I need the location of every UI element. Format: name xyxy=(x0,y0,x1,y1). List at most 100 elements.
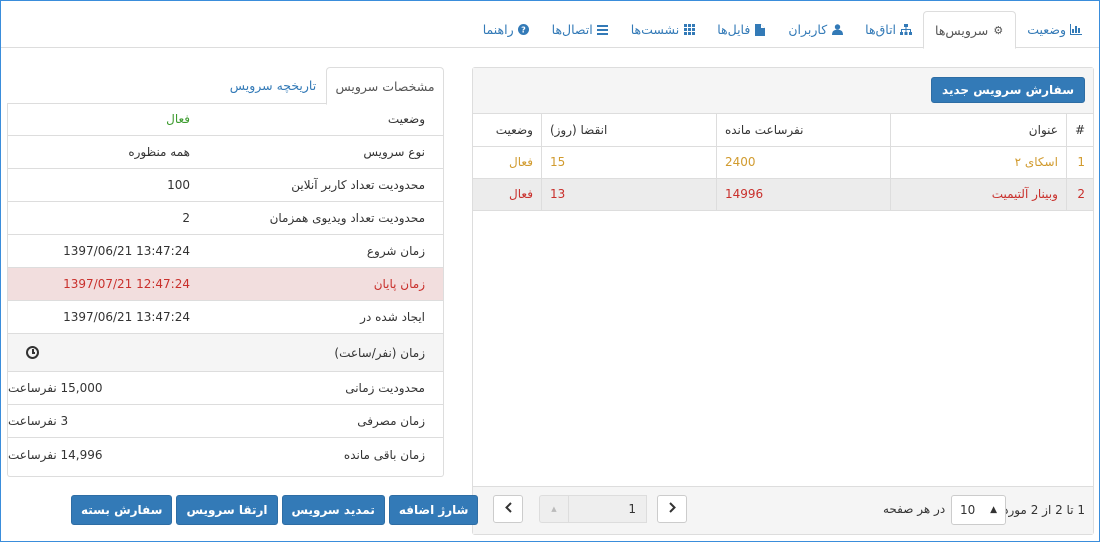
tab-label: اتاق‌ها xyxy=(865,22,897,37)
tab-service-history[interactable]: تاریخچه سرویس xyxy=(220,67,326,104)
tab-connections[interactable]: اتصال‌ها xyxy=(541,11,620,48)
list-icon xyxy=(597,24,609,36)
detail-value: 1397/06/21 13:47:24 xyxy=(63,310,190,324)
row-status: فعال xyxy=(473,145,542,179)
detail-key: زمان مصرفی xyxy=(357,414,425,428)
column-header-status[interactable]: وضعیت xyxy=(473,114,542,147)
page-number-input[interactable]: 1 xyxy=(568,495,647,523)
tab-services[interactable]: ⚙ سرویس‌ها xyxy=(923,11,1017,49)
detail-row-online-users: محدودیت تعداد کاربر آنلاین 100 xyxy=(8,169,443,202)
grid-icon xyxy=(683,24,695,36)
detail-value: همه منظوره xyxy=(128,145,190,159)
row-title: اسکای ۲ xyxy=(889,145,1067,179)
detail-key: زمان شروع xyxy=(366,244,425,258)
file-icon xyxy=(754,23,766,36)
detail-value: 100 xyxy=(167,178,190,192)
row-remaining: 14996 xyxy=(715,177,891,211)
user-icon xyxy=(831,24,843,36)
column-header-expire[interactable]: انقضا (روز) xyxy=(540,114,717,147)
page-up-button[interactable]: ▲ xyxy=(539,495,568,523)
detail-row-start-time: زمان شروع 1397/06/21 13:47:24 xyxy=(8,235,443,268)
row-expire: 13 xyxy=(540,177,717,211)
row-number: 1 xyxy=(1065,145,1093,179)
bar-chart-icon xyxy=(1070,24,1082,36)
page-size-value: 10 xyxy=(960,503,976,517)
detail-key: ایجاد شده در xyxy=(360,310,425,324)
details-tabs: مشخصات سرویس تاریخچه سرویس xyxy=(7,67,444,105)
detail-key: محدودیت زمانی xyxy=(345,381,425,395)
detail-row-time-limit: محدودیت زمانی 15,000 نفرساعت xyxy=(8,372,443,405)
tab-files[interactable]: فایل‌ها xyxy=(706,11,777,48)
detail-value: 3 نفرساعت xyxy=(8,414,69,428)
service-actions: سفارش بسته ارتقا سرویس تمدید سرویس شارژ … xyxy=(71,495,479,525)
tab-label: وضعیت xyxy=(1027,22,1066,37)
row-expire: 15 xyxy=(540,145,717,179)
tab-help[interactable]: ? راهنما xyxy=(472,11,541,48)
per-page-label: در هر صفحه xyxy=(883,502,946,516)
detail-key: نوع سرویس xyxy=(363,145,425,159)
caret-up-icon: ▲ xyxy=(551,505,557,513)
section-title: زمان (نفر/ساعت) xyxy=(334,345,425,360)
nav-tabs: وضعیت ⚙ سرویس‌ها اتاق‌ها کاربران xyxy=(472,11,1093,49)
services-table: # عنوان نفرساعت مانده انقضا (روز) وضعیت … xyxy=(473,114,1093,211)
extra-charge-button[interactable]: شارژ اضافه xyxy=(388,495,479,525)
tab-label: مشخصات سرویس xyxy=(335,78,435,94)
detail-row-time-used: زمان مصرفی 3 نفرساعت xyxy=(8,405,443,438)
row-status: فعال xyxy=(473,177,542,211)
detail-key: زمان باقی مانده xyxy=(343,447,425,462)
svg-text:?: ? xyxy=(521,26,526,35)
table-row[interactable]: 2 وبینار آلتیمیت 14996 13 فعال xyxy=(473,177,1093,211)
table-footer: 1 تا 2 از 2 مورد 10 ▲ در هر صفحه 1 ▲ xyxy=(473,486,1093,534)
pagination-info: 1 تا 2 از 2 مورد xyxy=(1003,503,1085,517)
tab-label: فایل‌ها xyxy=(717,22,751,37)
detail-value: فعال xyxy=(166,112,190,126)
tab-rooms[interactable]: اتاق‌ها xyxy=(854,11,923,48)
row-number: 2 xyxy=(1065,177,1093,211)
new-service-order-button[interactable]: سفارش سرویس جدید xyxy=(931,77,1085,103)
column-header-title[interactable]: عنوان xyxy=(889,114,1067,147)
row-remaining: 2400 xyxy=(715,145,891,179)
tab-label: سرویس‌ها xyxy=(935,22,989,38)
tab-label: اتصال‌ها xyxy=(551,22,593,37)
service-details-panel: وضعیت فعال نوع سرویس همه منظوره محدودیت … xyxy=(7,103,444,477)
sitemap-icon xyxy=(900,24,913,36)
caret-up-icon: ▲ xyxy=(990,505,997,515)
tab-service-specs[interactable]: مشخصات سرویس xyxy=(326,67,444,105)
chevron-left-icon xyxy=(504,501,512,517)
page-size-select[interactable]: 10 ▲ xyxy=(951,495,1006,525)
table-header-row: # عنوان نفرساعت مانده انقضا (روز) وضعیت xyxy=(473,114,1093,147)
detail-value: 1397/07/21 12:47:24 xyxy=(63,277,190,291)
detail-value: 2 xyxy=(182,211,190,225)
detail-row-time-remaining: زمان باقی مانده 14,996 نفرساعت xyxy=(8,438,443,471)
next-page-button[interactable] xyxy=(657,495,687,523)
detail-row-status: وضعیت فعال xyxy=(8,103,443,136)
tab-sessions[interactable]: نشست‌ها xyxy=(620,11,706,48)
page-number-value: 1 xyxy=(628,502,636,516)
detail-key: زمان پایان xyxy=(373,277,425,291)
previous-page-button[interactable] xyxy=(493,495,523,523)
detail-key: محدودیت تعداد ویدیوی همزمان xyxy=(269,211,425,225)
clock-icon xyxy=(26,346,39,359)
top-nav: وضعیت ⚙ سرویس‌ها اتاق‌ها کاربران xyxy=(1,1,1099,49)
detail-value: 1397/06/21 13:47:24 xyxy=(63,244,190,258)
tab-label: تاریخچه سرویس xyxy=(229,78,317,93)
tab-label: کاربران xyxy=(788,22,828,37)
upgrade-service-button[interactable]: ارتقا سرویس xyxy=(176,495,278,525)
column-header-remaining[interactable]: نفرساعت مانده xyxy=(715,114,891,147)
detail-row-end-time: زمان پایان 1397/07/21 12:47:24 xyxy=(8,268,443,301)
table-row[interactable]: 1 اسکای ۲ 2400 15 فعال xyxy=(473,145,1093,179)
detail-value: 15,000 نفرساعت xyxy=(8,381,103,395)
tab-users[interactable]: کاربران xyxy=(777,11,854,48)
column-header-number[interactable]: # xyxy=(1065,114,1093,147)
detail-key: محدودیت تعداد کاربر آنلاین xyxy=(291,178,425,192)
extend-service-button[interactable]: تمدید سرویس xyxy=(281,495,385,525)
detail-row-created-at: ایجاد شده در 1397/06/21 13:47:24 xyxy=(8,301,443,334)
app-frame: وضعیت ⚙ سرویس‌ها اتاق‌ها کاربران xyxy=(0,0,1100,542)
order-package-button[interactable]: سفارش بسته xyxy=(71,495,173,525)
services-panel: سفارش سرویس جدید # عنوان نفرساعت مانده ا… xyxy=(472,67,1094,535)
tab-status[interactable]: وضعیت xyxy=(1016,11,1093,48)
services-panel-header: سفارش سرویس جدید xyxy=(473,68,1093,114)
row-title: وبینار آلتیمیت xyxy=(889,177,1067,211)
chevron-right-icon xyxy=(668,501,676,517)
detail-value: 14,996 نفرساعت xyxy=(8,447,103,462)
